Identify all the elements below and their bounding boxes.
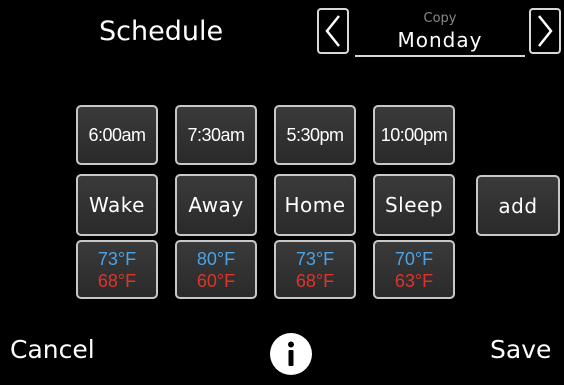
temp-button-sleep[interactable]: 70°F 63°F <box>373 240 455 299</box>
heat-setpoint: 60°F <box>196 270 236 291</box>
day-name: Monday <box>397 28 483 52</box>
cool-setpoint: 73°F <box>97 248 137 269</box>
time-button-wake[interactable]: 6:00am <box>76 105 158 165</box>
day-selector[interactable]: Copy Monday <box>355 8 525 57</box>
heat-setpoint: 68°F <box>295 270 335 291</box>
cool-setpoint: 73°F <box>295 248 335 269</box>
copy-label[interactable]: Copy <box>355 12 525 26</box>
chevron-left-icon <box>325 15 340 47</box>
prev-day-button[interactable] <box>317 8 349 54</box>
save-button[interactable]: Save <box>490 335 551 364</box>
mode-button-wake[interactable]: Wake <box>76 174 158 236</box>
time-button-away[interactable]: 7:30am <box>175 105 257 165</box>
time-button-home[interactable]: 5:30pm <box>274 105 356 165</box>
info-icon <box>270 333 312 375</box>
cool-setpoint: 70°F <box>394 248 434 269</box>
info-button[interactable] <box>269 332 313 376</box>
heat-setpoint: 68°F <box>97 270 137 291</box>
time-button-sleep[interactable]: 10:00pm <box>373 105 455 165</box>
heat-setpoint: 63°F <box>394 270 434 291</box>
temp-button-wake[interactable]: 73°F 68°F <box>76 240 158 299</box>
mode-button-home[interactable]: Home <box>274 174 356 236</box>
chevron-right-icon <box>538 15 553 47</box>
mode-button-sleep[interactable]: Sleep <box>373 174 455 236</box>
page-title: Schedule <box>99 16 224 47</box>
mode-button-away[interactable]: Away <box>175 174 257 236</box>
temp-button-home[interactable]: 73°F 68°F <box>274 240 356 299</box>
add-period-button[interactable]: add <box>476 175 560 236</box>
cancel-button[interactable]: Cancel <box>10 335 95 364</box>
temp-button-away[interactable]: 80°F 60°F <box>175 240 257 299</box>
next-day-button[interactable] <box>529 8 561 54</box>
cool-setpoint: 80°F <box>196 248 236 269</box>
